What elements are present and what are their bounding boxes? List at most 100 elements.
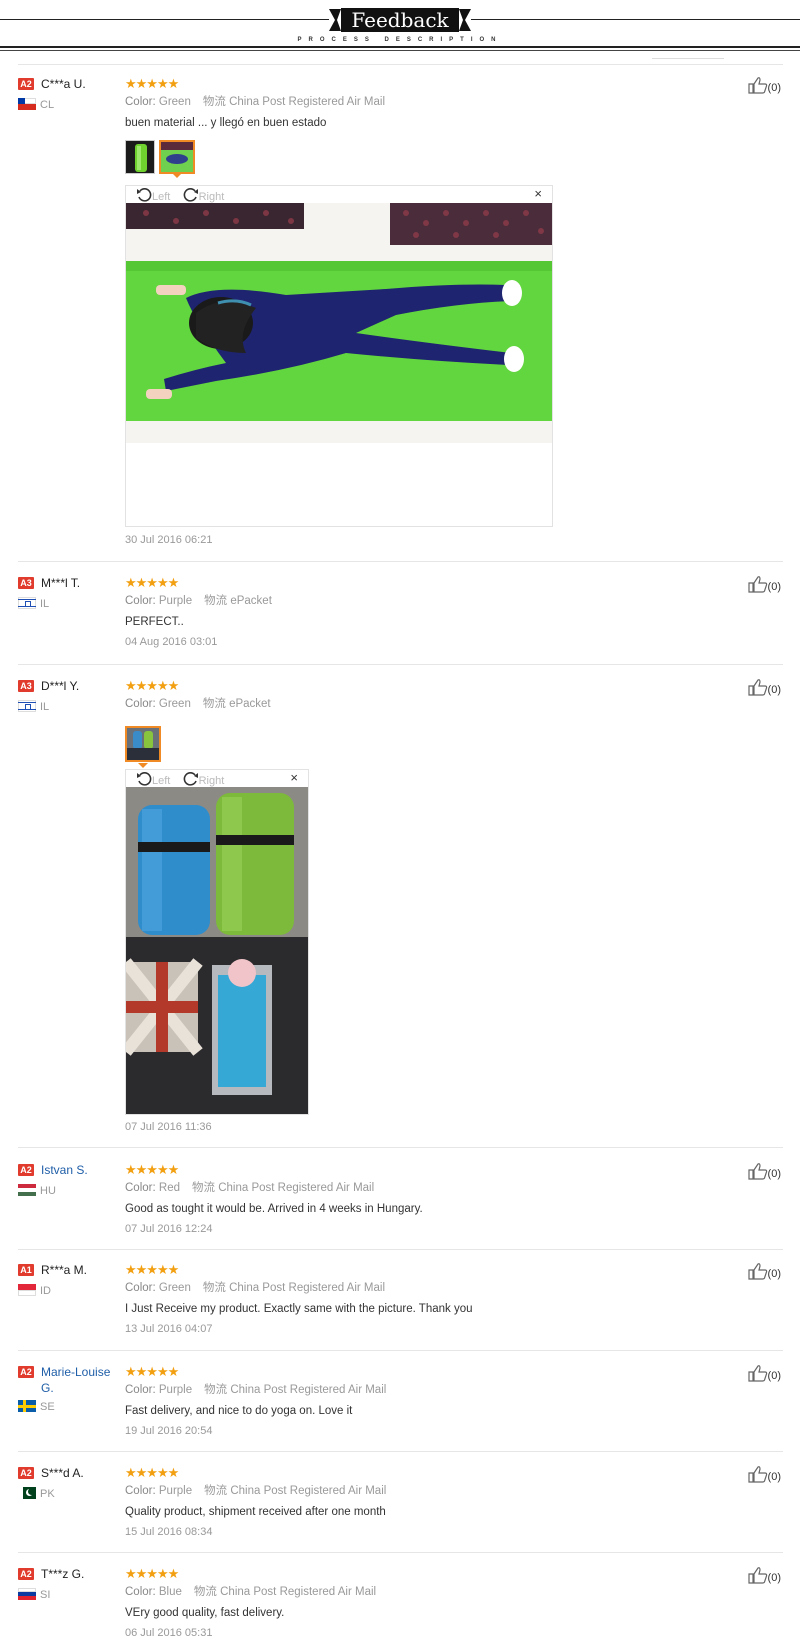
- flag-cl-icon: [18, 98, 36, 110]
- photo-viewer: Left Right ×: [125, 185, 553, 527]
- viewer-toolbar: Left Right: [136, 771, 224, 788]
- header-rule: [0, 46, 800, 48]
- rotate-left-button[interactable]: Left: [136, 191, 170, 203]
- shipping-label: 物流: [202, 698, 226, 710]
- helpful-count: (0): [767, 1268, 781, 1280]
- rotate-left-label: Left: [152, 191, 171, 203]
- shipping-value: China Post Registered Air Mail: [230, 1485, 387, 1497]
- country-code: PK: [40, 1488, 55, 1500]
- thumbnail-pointer: [172, 173, 182, 178]
- helpful-button[interactable]: (0): [748, 1262, 781, 1282]
- review-item: A2 Istvan S. HU ★★★★★ Color: Red 物流 China…: [18, 1162, 783, 1250]
- shipping-value: China Post Registered Air Mail: [220, 1586, 377, 1598]
- reviewer-country: IL: [18, 597, 49, 611]
- order-info: Color: Green 物流 China Post Registered Air…: [125, 1281, 385, 1296]
- helpful-button[interactable]: (0): [748, 1566, 781, 1586]
- rotate-left-icon: [136, 771, 152, 787]
- shipping-label: 物流: [204, 595, 228, 607]
- thumbs-up-icon: [748, 1364, 768, 1382]
- order-info: Color: Purple 物流 ePacket: [125, 594, 272, 609]
- review-date: 07 Jul 2016 11:36: [125, 1121, 212, 1133]
- color-label: Color:: [125, 595, 156, 607]
- flag-il-icon: [18, 700, 36, 712]
- shipping-value: ePacket: [230, 595, 272, 607]
- header-rule: [0, 50, 800, 51]
- review-item: A2 Marie-Louise G. SE ★★★★★ Color: Purpl…: [18, 1364, 783, 1452]
- review-item: A2 S***d A. PK ★★★★★ Color: Purple 物流 Chi…: [18, 1465, 783, 1553]
- shipping-label: 物流: [202, 1282, 226, 1294]
- star-rating: ★★★★★: [125, 1364, 179, 1379]
- review-date: 30 Jul 2016 06:21: [125, 534, 213, 546]
- buyer-level-badge: A2: [18, 1467, 34, 1479]
- close-viewer-button[interactable]: ×: [534, 186, 542, 201]
- buyer-level-badge: A3: [18, 680, 34, 692]
- shipping-label: 物流: [202, 96, 226, 108]
- photo-viewer: Left Right ×: [125, 769, 309, 1115]
- review-date: 07 Jul 2016 12:24: [125, 1223, 213, 1235]
- rotate-right-button[interactable]: Right: [183, 191, 225, 203]
- review-text: buen material ... y llegó en buen estado: [125, 117, 327, 129]
- rotate-left-label: Left: [152, 775, 171, 787]
- shipping-label: 物流: [193, 1586, 217, 1598]
- close-viewer-button[interactable]: ×: [290, 770, 298, 785]
- reviewer-name: R***a M.: [41, 1263, 88, 1277]
- review-item: A3 M***l T. IL ★★★★★ Color: Purple 物流 ePa…: [18, 575, 783, 665]
- review-photo-thumbnail[interactable]: [125, 140, 155, 174]
- shipping-label: 物流: [204, 1384, 228, 1396]
- rotate-left-button[interactable]: Left: [136, 775, 170, 787]
- helpful-count: (0): [767, 1370, 781, 1382]
- country-code: SE: [40, 1401, 55, 1413]
- helpful-count: (0): [767, 82, 781, 94]
- reviewer: A2 C***a U. CL: [18, 76, 113, 111]
- review-photo-thumbnail-selected[interactable]: [125, 726, 161, 762]
- color-value: Red: [158, 1182, 180, 1194]
- country-code: SI: [40, 1589, 51, 1601]
- helpful-button[interactable]: (0): [748, 575, 781, 595]
- reviewer-name-link[interactable]: Marie-Louise G.: [41, 1364, 121, 1396]
- reviewer: A3 M***l T. IL: [18, 575, 113, 610]
- color-label: Color:: [125, 1282, 156, 1294]
- helpful-button[interactable]: (0): [748, 1162, 781, 1182]
- reviewer-country: CL: [18, 98, 54, 112]
- buyer-level-badge: A2: [18, 78, 34, 90]
- helpful-button[interactable]: (0): [748, 678, 781, 698]
- review-divider: [18, 664, 783, 665]
- reviewer-name: C***a U.: [41, 77, 86, 91]
- flag-si-icon: [18, 1588, 36, 1600]
- flag-il-icon: [18, 597, 36, 609]
- rotate-right-icon: [183, 771, 199, 787]
- color-value: Green: [158, 96, 191, 108]
- review-text: I Just Receive my product. Exactly same …: [125, 1303, 473, 1315]
- star-rating: ★★★★★: [125, 1162, 179, 1177]
- star-rating: ★★★★★: [125, 1566, 179, 1581]
- color-label: Color:: [125, 1586, 156, 1598]
- star-rating: ★★★★★: [125, 1465, 179, 1480]
- helpful-count: (0): [767, 1471, 781, 1483]
- page-subtitle: PROCESS DESCRIPTION: [297, 37, 503, 43]
- review-text: Quality product, shipment received after…: [125, 1506, 386, 1518]
- review-text: Fast delivery, and nice to do yoga on. L…: [125, 1405, 353, 1417]
- helpful-button[interactable]: (0): [748, 1465, 781, 1485]
- reviewer-name: S***d A.: [41, 1466, 84, 1480]
- star-rating: ★★★★★: [125, 575, 179, 590]
- review-text: PERFECT..: [125, 616, 184, 628]
- country-code: IL: [40, 701, 50, 713]
- rotate-right-label: Right: [198, 191, 225, 203]
- review-photo-thumbnail-selected[interactable]: [159, 140, 195, 174]
- divider: [18, 64, 783, 65]
- buyer-level-badge: A1: [18, 1264, 34, 1276]
- review-divider: [18, 1350, 783, 1351]
- helpful-button[interactable]: (0): [748, 76, 781, 96]
- order-info: Color: Green 物流 ePacket: [125, 697, 271, 712]
- thumbs-up-icon: [748, 1465, 768, 1483]
- reviewer-name-link[interactable]: Istvan S.: [41, 1162, 121, 1178]
- page-title: Feedback: [351, 8, 449, 32]
- review-item: A2 C***a U. CL ★★★★★ Color: Green 物流 Chin…: [18, 76, 783, 562]
- feedback-header: Feedback PROCESS DESCRIPTION: [0, 0, 800, 52]
- rotate-right-button[interactable]: Right: [183, 775, 224, 787]
- helpful-count: (0): [767, 1572, 781, 1584]
- order-info: Color: Purple 物流 China Post Registered Ai…: [125, 1383, 386, 1398]
- helpful-button[interactable]: (0): [748, 1364, 781, 1384]
- review-text: VEry good quality, fast delivery.: [125, 1607, 285, 1619]
- reviewer-country: ID: [18, 1284, 51, 1298]
